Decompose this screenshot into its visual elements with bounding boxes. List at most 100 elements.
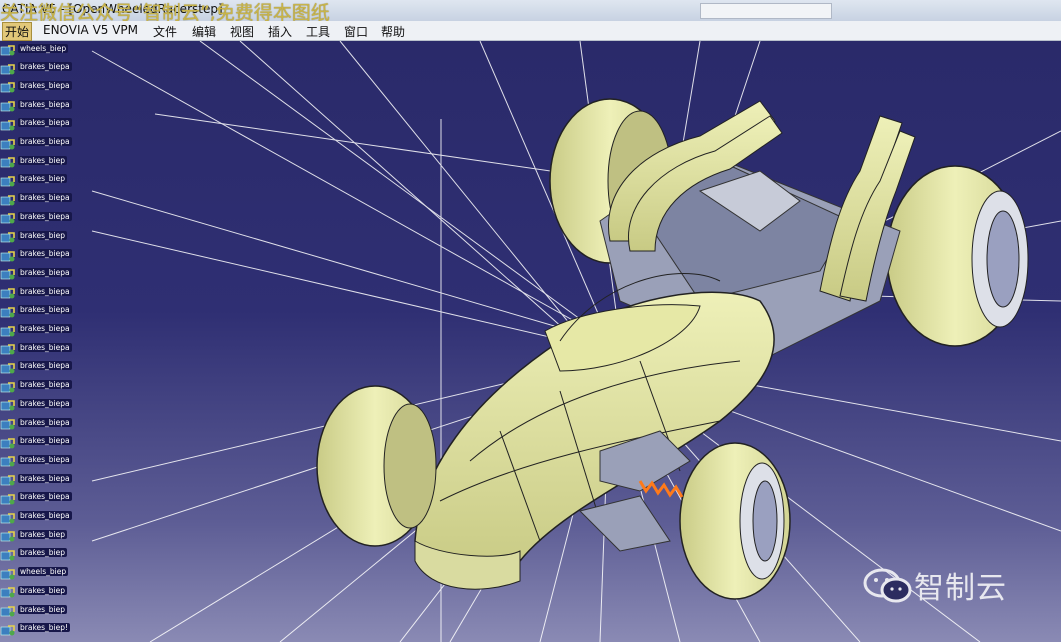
tree-node[interactable]: brakes_biep xyxy=(0,172,68,187)
tree-node-label: brakes_biep xyxy=(18,174,68,184)
product-icon xyxy=(0,61,16,75)
tree-node-label: brakes_biep xyxy=(18,155,68,165)
wechat-icon xyxy=(863,568,912,603)
product-icon xyxy=(0,266,16,280)
tree-node-label: brakes_biepa xyxy=(18,324,72,333)
product-icon xyxy=(0,547,16,561)
tree-node[interactable]: brakes_biep xyxy=(0,602,68,617)
menu-view[interactable]: 视图 xyxy=(230,23,254,40)
tree-node[interactable]: wheels_biep xyxy=(0,565,69,580)
tree-node-label: brakes_biep xyxy=(18,548,68,558)
tree-node[interactable]: brakes_biepa xyxy=(0,247,72,262)
tree-node-label: brakes_biepa xyxy=(18,80,72,90)
product-icon xyxy=(0,622,16,636)
tree-node[interactable]: brakes_biep! xyxy=(0,621,71,636)
tree-node[interactable]: brakes_biepa xyxy=(0,434,72,449)
tree-node-label: brakes_biepa xyxy=(18,511,72,520)
product-icon xyxy=(0,584,16,598)
tree-node[interactable]: brakes_biep xyxy=(0,527,68,542)
tree-node-label: wheels_biep xyxy=(18,567,69,577)
product-icon xyxy=(0,285,16,299)
tree-node[interactable]: brakes_biepa xyxy=(0,60,72,75)
specification-tree: wheels_biep brakes_biepa brakes_biepa brake… xyxy=(0,41,90,642)
tree-node-label: brakes_biepa xyxy=(18,417,72,427)
tree-node-label: brakes_biepa xyxy=(18,211,72,221)
tree-node-label: brakes_biep! xyxy=(18,623,71,633)
tree-node[interactable]: brakes_biep xyxy=(0,546,68,561)
racecar-model[interactable] xyxy=(0,41,1061,642)
watermark-bottom: 智制云 xyxy=(862,563,1007,607)
product-icon xyxy=(0,304,16,318)
product-icon xyxy=(0,397,16,411)
tree-node[interactable]: brakes_biepa xyxy=(0,97,72,112)
product-icon xyxy=(0,136,16,149)
tree-node-label: brakes_biepa xyxy=(18,492,72,502)
tree-node-label: brakes_biep xyxy=(18,230,68,240)
tree-node[interactable]: brakes_biepa xyxy=(0,471,72,486)
product-icon xyxy=(0,323,16,336)
3d-viewport[interactable] xyxy=(0,41,1061,642)
menu-start[interactable]: 开始 xyxy=(2,22,33,41)
menu-help[interactable]: 帮助 xyxy=(381,23,405,40)
tree-node[interactable]: brakes_biepa xyxy=(0,116,72,131)
tree-node[interactable]: brakes_biep xyxy=(0,583,68,598)
tree-node-label: brakes_biepa xyxy=(18,398,72,408)
product-icon xyxy=(0,154,16,168)
product-icon xyxy=(0,416,16,430)
menu-bar: 开始 ENOVIA V5 VPM 文件 编辑 视图 插入 工具 窗口 帮助 xyxy=(0,21,1061,41)
tree-node[interactable]: brakes_biepa xyxy=(0,284,72,299)
tree-node[interactable]: brakes_biepa xyxy=(0,78,72,93)
product-icon xyxy=(0,79,16,93)
product-icon xyxy=(0,566,16,580)
tree-node[interactable]: brakes_biepa xyxy=(0,303,72,318)
product-icon xyxy=(0,453,16,467)
product-icon xyxy=(0,173,16,187)
menu-tools[interactable]: 工具 xyxy=(306,23,330,40)
product-icon xyxy=(0,210,16,224)
product-icon xyxy=(0,42,16,56)
tree-node[interactable]: brakes_biepa xyxy=(0,322,72,336)
tree-node[interactable]: brakes_biep xyxy=(0,153,68,168)
tree-node[interactable]: brakes_biepa xyxy=(0,340,72,355)
product-icon xyxy=(0,472,16,486)
tree-node-label: brakes_biepa xyxy=(18,436,72,446)
tree-node[interactable]: brakes_biepa xyxy=(0,191,72,206)
menu-window[interactable]: 窗口 xyxy=(344,23,368,40)
tree-node[interactable]: brakes_biepa xyxy=(0,509,72,523)
tree-node[interactable]: brakes_biepa xyxy=(0,265,72,280)
tree-node[interactable]: brakes_biepa xyxy=(0,378,72,393)
tree-node[interactable]: wheels_biep xyxy=(0,41,69,56)
product-icon xyxy=(0,379,16,393)
title-bar: CATIA V5 - [OpenWheeledRacerstep] 关注微信公众… xyxy=(0,0,1061,24)
tree-node-label: brakes_biepa xyxy=(18,380,72,390)
product-icon xyxy=(0,510,16,523)
menu-insert[interactable]: 插入 xyxy=(268,23,292,40)
product-icon xyxy=(0,435,16,449)
menu-edit[interactable]: 编辑 xyxy=(192,23,216,40)
menu-file[interactable]: 文件 xyxy=(153,23,177,40)
product-icon xyxy=(0,98,16,112)
tree-node-label: brakes_biepa xyxy=(18,267,72,277)
menu-enovia[interactable]: ENOVIA V5 VPM xyxy=(43,23,138,37)
tree-node[interactable]: brakes_biepa xyxy=(0,452,72,467)
tree-node-label: brakes_biepa xyxy=(18,193,72,203)
tree-node[interactable]: brakes_biep xyxy=(0,228,68,243)
tree-node-label: brakes_biepa xyxy=(18,342,72,352)
product-icon xyxy=(0,117,16,131)
tree-node[interactable]: brakes_biepa xyxy=(0,396,72,411)
product-icon xyxy=(0,229,16,243)
tree-node-label: brakes_biepa xyxy=(18,99,72,109)
front-left-wheel xyxy=(316,385,437,547)
tree-node-label: brakes_biepa xyxy=(18,118,72,128)
tree-node[interactable]: brakes_biepa xyxy=(0,135,72,149)
tree-node[interactable]: brakes_biepa xyxy=(0,490,72,505)
tree-node-label: brakes_biepa xyxy=(18,249,72,259)
tree-node-label: brakes_biepa xyxy=(18,286,72,296)
watermark-bottom-text: 智制云 xyxy=(914,571,1007,606)
tree-node[interactable]: brakes_biepa xyxy=(0,415,72,430)
tree-node[interactable]: brakes_biepa xyxy=(0,209,72,224)
tree-node-label: wheels_biep xyxy=(18,43,69,53)
title-search-box[interactable] xyxy=(700,3,832,19)
tree-node[interactable]: brakes_biepa xyxy=(0,359,72,374)
product-icon xyxy=(0,528,16,542)
